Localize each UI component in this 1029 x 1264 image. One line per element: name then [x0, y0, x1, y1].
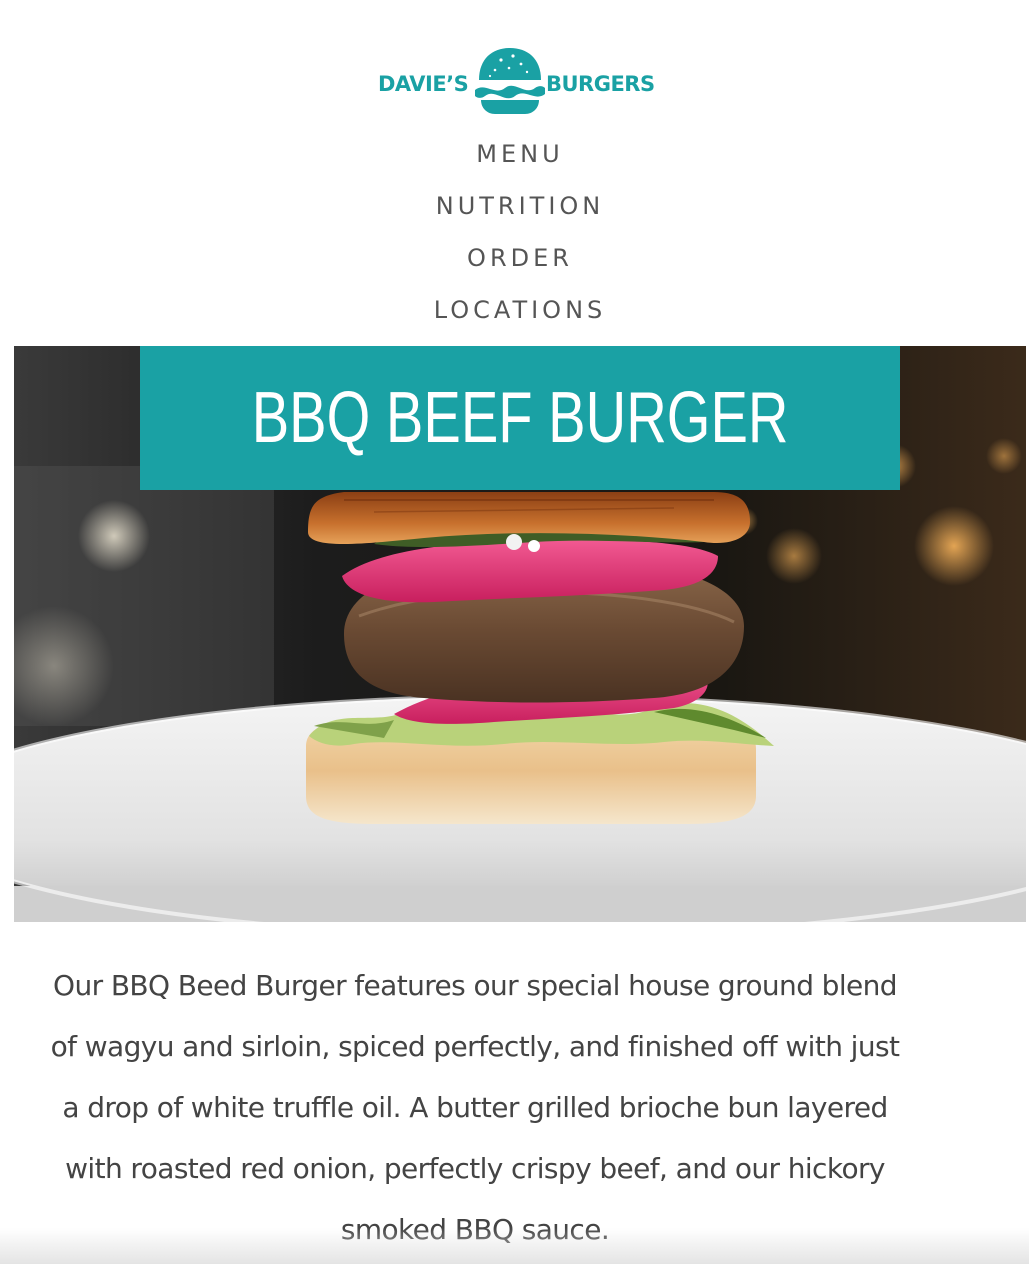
burger-icon	[475, 48, 545, 114]
nav-item-locations: LOCATIONS	[0, 292, 1029, 344]
site-logo[interactable]: DAVIE’S BURGERS	[0, 40, 1029, 120]
main-nav: MENU NUTRITION ORDER LOCATIONS	[0, 136, 1029, 344]
page: DAVIE’S BURGERS MENU NUTRITION ORDER LOC…	[0, 0, 1029, 1264]
nav-link-nutrition[interactable]: NUTRITION	[436, 188, 605, 224]
nav-item-menu: MENU	[0, 136, 1029, 188]
nav-item-order: ORDER	[0, 240, 1029, 292]
nav-link-locations[interactable]: LOCATIONS	[434, 292, 607, 328]
burger-description: Our BBQ Beed Burger features our special…	[50, 969, 900, 1246]
hero-title-band: BBQ BEEF BURGER	[140, 346, 900, 490]
hero-title: BBQ BEEF BURGER	[251, 378, 789, 458]
nav-link-menu[interactable]: MENU	[476, 136, 563, 172]
nav-item-nutrition: NUTRITION	[0, 188, 1029, 240]
nav-link-order[interactable]: ORDER	[467, 240, 573, 276]
logo-word-right: BURGERS	[546, 72, 655, 96]
logo-word-left: DAVIE’S	[378, 72, 469, 96]
